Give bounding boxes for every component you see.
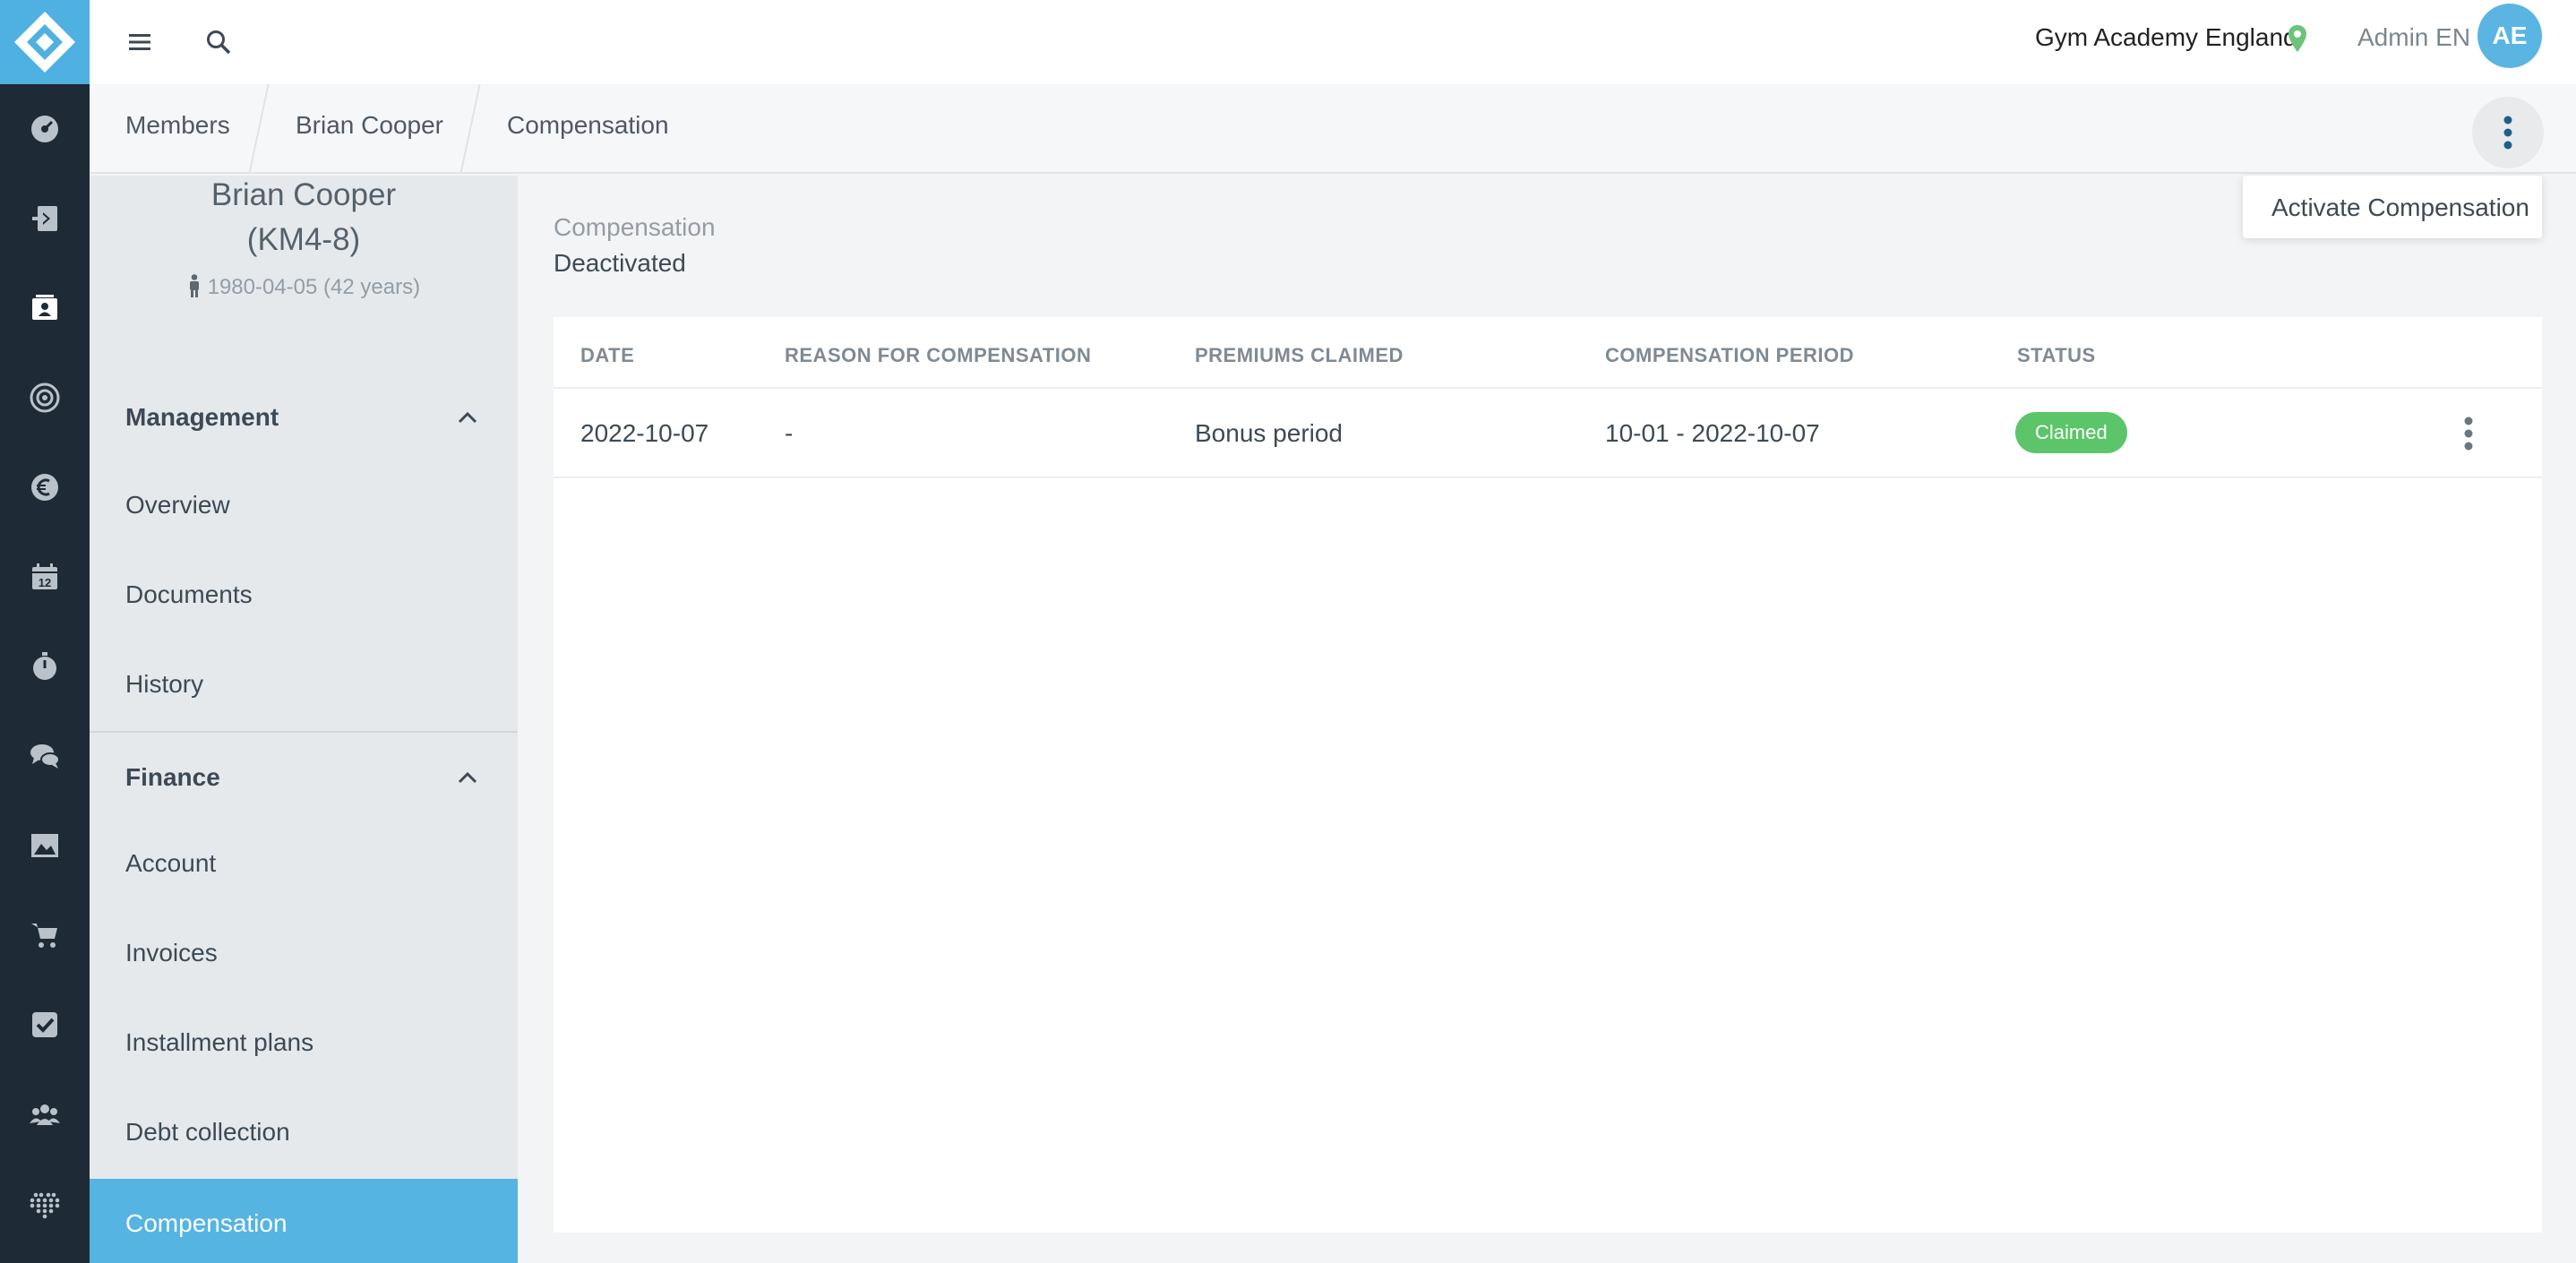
dashboard-icon[interactable] — [0, 84, 90, 174]
search-icon[interactable] — [195, 19, 242, 65]
location-name[interactable]: Gym Academy England — [2035, 23, 2297, 52]
profile-member-id: (KM4-8) — [246, 222, 361, 257]
profile-dob-text: 1980-04-05 (42 years) — [207, 275, 421, 299]
col-reason[interactable]: REASON FOR COMPENSATION — [785, 344, 1091, 367]
stopwatch-icon[interactable] — [0, 622, 90, 711]
nav-account[interactable]: Account — [90, 819, 518, 908]
profile-name: Brian Cooper — [210, 177, 397, 212]
cell-date: 2022-10-07 — [580, 419, 709, 447]
breadcrumb-current: Compensation — [507, 111, 669, 139]
section-management[interactable]: Management — [90, 374, 518, 460]
target-icon[interactable] — [0, 353, 90, 442]
col-status[interactable]: STATUS — [2017, 344, 2096, 367]
menu-icon[interactable] — [116, 19, 163, 65]
nav-invoices[interactable]: Invoices — [90, 908, 518, 998]
app-logo[interactable] — [0, 0, 90, 84]
cart-icon[interactable] — [0, 890, 90, 980]
calendar-icon[interactable]: 12 — [0, 532, 90, 622]
row-actions-button[interactable] — [2443, 408, 2494, 459]
person-icon — [189, 274, 199, 297]
euro-icon[interactable] — [0, 442, 90, 532]
logo-icon — [14, 12, 75, 73]
user-name[interactable]: Admin EN — [2357, 23, 2470, 52]
breadcrumb-separator — [248, 84, 270, 174]
col-premiums[interactable]: PREMIUMS CLAIMED — [1195, 344, 1404, 367]
compensation-label: Compensation — [554, 213, 716, 241]
top-bar: Gym Academy England Admin EN AE — [90, 0, 2576, 84]
breadcrumb-member[interactable]: Brian Cooper — [296, 111, 443, 140]
sidebar-divider — [90, 731, 518, 733]
actions-dropdown: Activate Compensation — [2243, 176, 2542, 238]
groups-icon[interactable] — [0, 1070, 90, 1159]
nav-history[interactable]: History — [90, 640, 518, 729]
svg-text:12: 12 — [39, 576, 51, 589]
section-finance-title: Finance — [125, 763, 220, 791]
table-row[interactable]: 2022-10-07 - Bonus period 10-01 - 2022-1… — [554, 389, 2542, 478]
compensation-state: Deactivated — [554, 249, 686, 277]
members-icon[interactable] — [0, 263, 90, 353]
app-rail: 12 — [0, 0, 90, 1263]
image-icon[interactable] — [0, 801, 90, 890]
col-date[interactable]: DATE — [580, 344, 634, 367]
section-management-title: Management — [125, 403, 279, 431]
nav-installment-plans[interactable]: Installment plans — [90, 998, 518, 1087]
member-sidebar: Brian Cooper (KM4-8) 1980-04-05 (42 year… — [90, 176, 518, 1263]
cell-period: 10-01 - 2022-10-07 — [1605, 419, 1820, 447]
cell-reason: - — [785, 419, 794, 447]
location-pin-icon — [2288, 25, 2306, 52]
col-period[interactable]: COMPENSATION PERIOD — [1605, 344, 1854, 367]
apps-icon[interactable] — [0, 1159, 90, 1249]
nav-debt-collection[interactable]: Debt collection — [90, 1087, 518, 1177]
breadcrumb-members[interactable]: Members — [125, 111, 230, 140]
activate-compensation-item[interactable]: Activate Compensation — [2271, 193, 2529, 222]
chevron-up-icon — [458, 411, 477, 424]
checkbox-icon[interactable] — [0, 980, 90, 1070]
avatar[interactable]: AE — [2477, 4, 2542, 68]
chevron-up-icon — [458, 771, 477, 784]
breadcrumb: Members Brian Cooper Compensation — [90, 84, 2576, 174]
section-finance[interactable]: Finance — [90, 735, 518, 821]
cell-premiums: Bonus period — [1195, 419, 1344, 447]
breadcrumb-separator — [459, 84, 481, 174]
kebab-icon — [2503, 116, 2512, 150]
nav-documents[interactable]: Documents — [90, 550, 518, 640]
checkin-icon[interactable] — [0, 174, 90, 263]
chat-icon[interactable] — [0, 711, 90, 801]
status-badge: Claimed — [2015, 412, 2127, 453]
nav-overview[interactable]: Overview — [90, 460, 518, 550]
more-actions-button[interactable] — [2472, 97, 2544, 168]
profile-dob: 1980-04-05 (42 years) — [90, 274, 518, 300]
compensation-table: DATE REASON FOR COMPENSATION PREMIUMS CL… — [554, 317, 2542, 1233]
kebab-icon — [2464, 417, 2473, 451]
nav-compensation[interactable]: Compensation — [90, 1179, 518, 1263]
